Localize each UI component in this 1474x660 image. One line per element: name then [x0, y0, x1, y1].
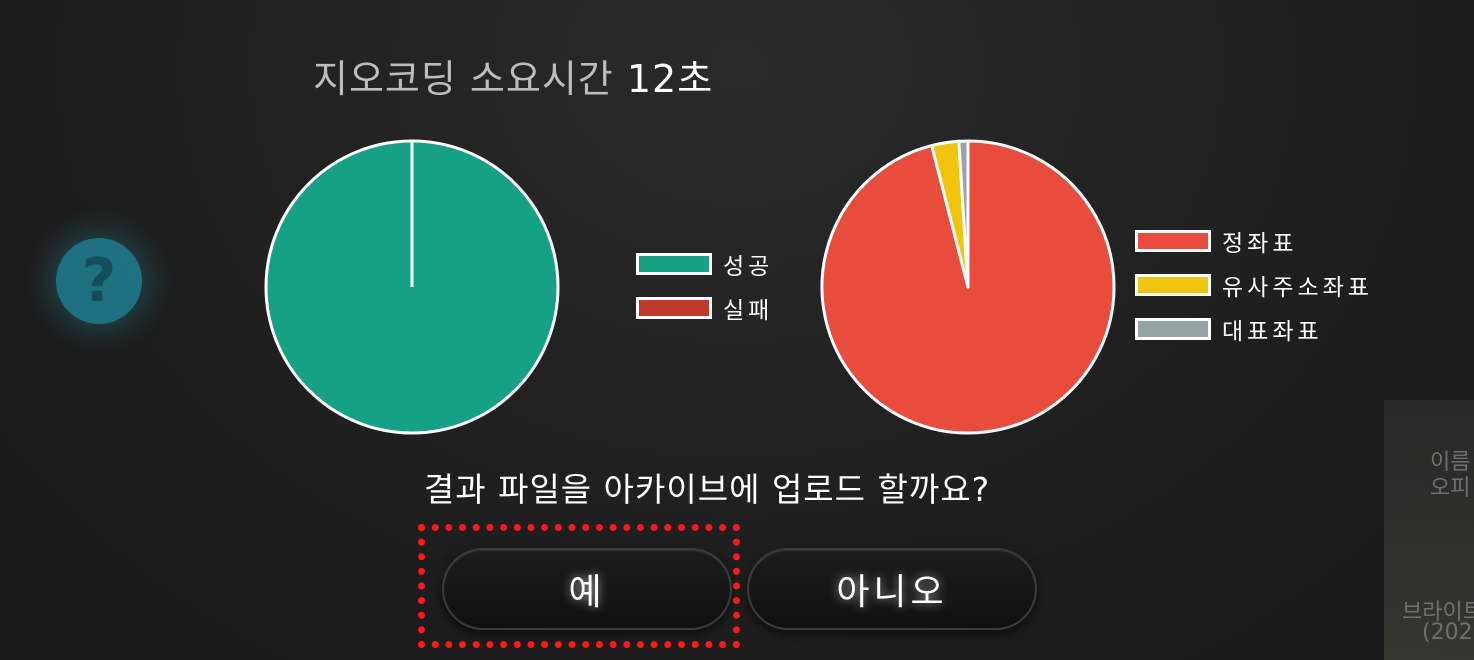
legend-success-failure: 성공 실패: [636, 249, 773, 337]
no-button[interactable]: 아니오: [747, 548, 1037, 630]
upload-question: 결과 파일을 아카이브에 업로드 할까요?: [423, 470, 991, 509]
success-failure-pie-chart: [264, 139, 560, 435]
title-label: 지오코딩 소요시간: [313, 57, 614, 101]
legend-label-failure: 실패: [723, 297, 774, 324]
legend-swatch-similar: [1135, 273, 1211, 296]
legend-item-exact: 정좌표: [1135, 226, 1373, 257]
map-label: 오피: [1430, 476, 1471, 501]
legend-swatch-exact: [1135, 229, 1211, 252]
legend-item-representative: 대표좌표: [1135, 314, 1373, 345]
legend-item-success: 성공: [636, 249, 774, 280]
map-label: (2021: [1422, 620, 1474, 645]
yes-button[interactable]: 예: [442, 548, 732, 630]
title-duration: 12초: [626, 57, 714, 101]
legend-label-similar: 유사주소좌표: [1222, 274, 1373, 301]
legend-label-success: 성공: [723, 253, 774, 280]
coordinate-type-pie-chart: [820, 139, 1116, 435]
legend-swatch-representative: [1135, 317, 1211, 340]
legend-coordinate-type: 정좌표 유사주소좌표 대표좌표: [1135, 226, 1373, 358]
dialog-stage: 이름 오피 브라이트 (2021 지오코딩 소요시간 12초 ? 성공 실패 정…: [0, 0, 1474, 660]
page-title: 지오코딩 소요시간 12초: [313, 48, 713, 103]
legend-swatch-success: [636, 252, 712, 275]
legend-label-representative: 대표좌표: [1222, 318, 1323, 345]
legend-item-failure: 실패: [636, 293, 774, 324]
legend-label-exact: 정좌표: [1222, 230, 1298, 257]
legend-item-similar: 유사주소좌표: [1135, 270, 1373, 301]
help-icon[interactable]: ?: [56, 238, 142, 324]
legend-swatch-failure: [636, 296, 712, 319]
